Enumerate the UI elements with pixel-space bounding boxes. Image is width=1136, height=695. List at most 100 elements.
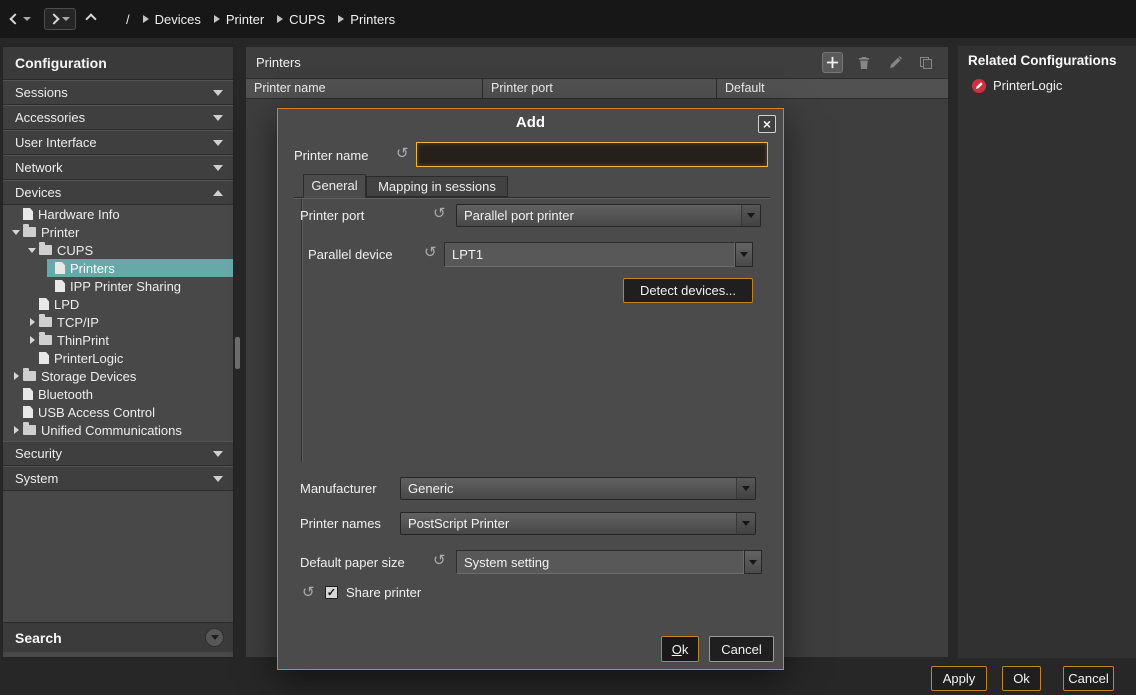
pencil-icon — [888, 56, 902, 70]
add-dialog: Add × Printer name ↺ General Mapping in … — [277, 108, 784, 670]
printer-port-label: Printer port — [300, 208, 364, 224]
tree-item-label: Printers — [70, 261, 115, 276]
sidebar-section-security[interactable]: Security — [3, 441, 233, 466]
parallel-device-dropdown-button[interactable] — [735, 242, 753, 267]
back-history-caret-icon[interactable] — [23, 17, 31, 21]
reset-icon[interactable]: ↺ — [396, 146, 409, 162]
delete-button[interactable] — [853, 52, 874, 73]
breadcrumb-cups[interactable]: CUPS — [277, 12, 325, 27]
chevron-down-icon — [742, 521, 750, 526]
apply-button[interactable]: Apply — [931, 666, 987, 691]
tree-item-thinprint[interactable]: ThinPrint — [3, 331, 233, 349]
breadcrumb-devices[interactable]: Devices — [143, 12, 201, 27]
back-button[interactable] — [6, 9, 36, 29]
dialog-title: Add — [278, 114, 783, 131]
search-bar[interactable]: Search — [3, 622, 233, 652]
sidebar-section-user-interface[interactable]: User Interface — [3, 130, 233, 155]
tree-item-label: Printer — [41, 225, 79, 240]
reset-icon[interactable]: ↺ — [424, 245, 437, 261]
tab-content-left-border — [301, 199, 303, 461]
chevron-down-icon — [747, 213, 755, 218]
edit-button[interactable] — [884, 52, 905, 73]
column-header-printer-port[interactable]: Printer port — [483, 79, 717, 98]
tree-item-printer[interactable]: Printer — [3, 223, 233, 241]
breadcrumb-printer[interactable]: Printer — [214, 12, 264, 27]
dialog-ok-button[interactable]: Ok — [661, 636, 699, 662]
breadcrumb-arrow-icon — [277, 15, 283, 23]
column-header-default[interactable]: Default — [717, 79, 948, 98]
search-expand-button[interactable] — [205, 628, 224, 647]
breadcrumb-printers[interactable]: Printers — [338, 12, 395, 27]
scrollbar-handle[interactable] — [235, 337, 240, 369]
tree-item-printers[interactable]: Printers — [3, 259, 233, 277]
breadcrumb-root[interactable]: / — [126, 12, 130, 27]
sidebar-section-system[interactable]: System — [3, 466, 233, 491]
dropdown-arrow-segment — [736, 513, 755, 534]
parallel-device-combo[interactable]: LPT1 — [444, 242, 735, 267]
top-navigation-bar: / Devices Printer CUPS Printers — [0, 0, 1136, 38]
section-label: Accessories — [15, 110, 213, 125]
tree-item-storage-devices[interactable]: Storage Devices — [3, 367, 233, 385]
tree-item-printerlogic[interactable]: PrinterLogic — [3, 349, 233, 367]
detect-devices-button[interactable]: Detect devices... — [623, 278, 753, 303]
share-printer-checkbox[interactable]: ✓ — [325, 586, 338, 599]
chevron-down-icon — [749, 560, 757, 565]
tree-item-usb-access-control[interactable]: USB Access Control — [3, 403, 233, 421]
paper-size-combo[interactable]: System setting — [456, 550, 744, 574]
chevron-up-icon — [85, 13, 96, 24]
copy-icon — [919, 56, 933, 70]
reset-icon[interactable]: ↺ — [433, 206, 446, 222]
paper-size-dropdown-button[interactable] — [744, 550, 762, 574]
tab-mapping-in-sessions[interactable]: Mapping in sessions — [366, 176, 508, 197]
expander-closed-icon[interactable] — [25, 336, 39, 344]
breadcrumb-label: Devices — [155, 12, 201, 27]
related-item-printerlogic[interactable]: PrinterLogic — [958, 68, 1136, 93]
printer-port-dropdown[interactable]: Parallel port printer — [456, 204, 761, 227]
tab-general[interactable]: General — [303, 174, 366, 198]
tree-item-lpd[interactable]: LPD — [3, 295, 233, 313]
tree-item-unified-communications[interactable]: Unified Communications — [3, 421, 233, 439]
cancel-button[interactable]: Cancel — [1063, 666, 1114, 691]
expander-closed-icon[interactable] — [9, 426, 23, 434]
chevron-down-icon — [211, 635, 219, 640]
collapse-arrow-icon — [213, 165, 223, 171]
section-label: User Interface — [15, 135, 213, 150]
reset-icon[interactable]: ↺ — [302, 585, 315, 601]
copy-button[interactable] — [915, 52, 936, 73]
plus-icon — [826, 56, 839, 69]
sidebar-section-sessions[interactable]: Sessions — [3, 80, 233, 105]
tree-item-ipp-printer-sharing[interactable]: IPP Printer Sharing — [3, 277, 233, 295]
chevron-down-icon — [740, 252, 748, 257]
printer-names-dropdown[interactable]: PostScript Printer — [400, 512, 756, 535]
folder-icon — [23, 371, 36, 381]
close-icon: × — [763, 117, 771, 131]
sidebar-section-devices[interactable]: Devices — [3, 180, 233, 205]
tree-item-cups[interactable]: CUPS — [3, 241, 233, 259]
chevron-down-icon — [742, 486, 750, 491]
reset-icon[interactable]: ↺ — [433, 553, 446, 569]
related-configurations-title: Related Configurations — [958, 46, 1136, 68]
expander-open-icon[interactable] — [9, 230, 23, 235]
sidebar-section-network[interactable]: Network — [3, 155, 233, 180]
up-button[interactable] — [82, 9, 100, 29]
sidebar-section-accessories[interactable]: Accessories — [3, 105, 233, 130]
forward-history-caret-icon[interactable] — [62, 17, 70, 21]
add-button[interactable] — [822, 52, 843, 73]
tree-item-tcp-ip[interactable]: TCP/IP — [3, 313, 233, 331]
expander-closed-icon[interactable] — [25, 318, 39, 326]
sidebar-scrollbar[interactable] — [235, 46, 240, 658]
tree-item-hardware-info[interactable]: Hardware Info — [3, 205, 233, 223]
expander-closed-icon[interactable] — [9, 372, 23, 380]
manufacturer-dropdown[interactable]: Generic — [400, 477, 756, 500]
tree-item-label: TCP/IP — [57, 315, 99, 330]
document-icon — [55, 262, 65, 274]
close-button[interactable]: × — [758, 115, 776, 133]
printer-name-input[interactable] — [416, 142, 768, 167]
tree-item-bluetooth[interactable]: Bluetooth — [3, 385, 233, 403]
forward-button[interactable] — [44, 8, 76, 30]
ok-button[interactable]: Ok — [1002, 666, 1041, 691]
dialog-cancel-button[interactable]: Cancel — [709, 636, 774, 662]
column-header-printer-name[interactable]: Printer name — [246, 79, 483, 98]
breadcrumb-label: CUPS — [289, 12, 325, 27]
expander-open-icon[interactable] — [25, 248, 39, 253]
